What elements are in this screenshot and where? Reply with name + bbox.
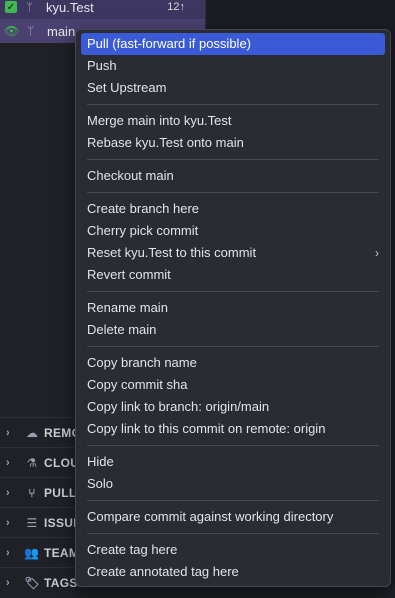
branch-name: main (47, 23, 76, 39)
section-label: TAGS (44, 576, 78, 590)
menu-item-checkout-main[interactable]: Checkout main (81, 165, 385, 187)
chevron-right-icon: › (375, 246, 379, 260)
menu-item-delete-main[interactable]: Delete main (81, 319, 385, 341)
ahead-count: 12↑ (167, 1, 185, 13)
checkbox-checked-icon[interactable]: ✓ (5, 1, 17, 13)
menu-item-label: Compare commit against working directory (87, 509, 334, 524)
chevron-right-icon: › (6, 547, 10, 559)
menu-item-copy-link-to-this-commit-on-remote-origin[interactable]: Copy link to this commit on remote: orig… (81, 418, 385, 440)
menu-item-label: Merge main into kyu.Test (87, 113, 232, 128)
menu-item-revert-commit[interactable]: Revert commit (81, 264, 385, 286)
menu-item-label: Rebase kyu.Test onto main (87, 135, 244, 150)
menu-separator (87, 445, 379, 446)
menu-item-copy-commit-sha[interactable]: Copy commit sha (81, 374, 385, 396)
chevron-right-icon: › (6, 457, 10, 469)
menu-item-merge-main-into-kyu-test[interactable]: Merge main into kyu.Test (81, 110, 385, 132)
menu-item-create-branch-here[interactable]: Create branch here (81, 198, 385, 220)
menu-item-pull-fast-forward-if-possible[interactable]: Pull (fast-forward if possible) (81, 33, 385, 55)
chevron-right-icon: › (6, 427, 10, 439)
menu-item-label: Cherry pick commit (87, 223, 199, 238)
menu-item-compare-commit-against-working-directory[interactable]: Compare commit against working directory (81, 506, 385, 528)
menu-item-label: Solo (87, 476, 114, 491)
menu-item-label: Checkout main (87, 168, 174, 183)
team-icon: 👥 (24, 546, 40, 560)
menu-item-rename-main[interactable]: Rename main (81, 297, 385, 319)
git-branch-icon: ᛘ (27, 24, 35, 38)
menu-item-cherry-pick-commit[interactable]: Cherry pick commit (81, 220, 385, 242)
menu-item-label: Pull (fast-forward if possible) (87, 36, 251, 51)
menu-item-label: Reset kyu.Test to this commit (87, 245, 257, 260)
menu-item-label: Copy link to this commit on remote: orig… (87, 421, 326, 436)
menu-separator (87, 533, 379, 534)
menu-item-copy-branch-name[interactable]: Copy branch name (81, 352, 385, 374)
branch-row-kyu-test[interactable]: ✓ ᛘ kyu.Test 12↑ (0, 0, 205, 19)
chevron-right-icon: › (6, 577, 10, 589)
section-label: PULL (44, 486, 77, 500)
menu-item-solo[interactable]: Solo (81, 473, 385, 495)
menu-item-label: Revert commit (87, 267, 171, 282)
menu-separator (87, 104, 379, 105)
cloud-icon: ☁ (25, 426, 39, 440)
menu-separator (87, 159, 379, 160)
list-icon: ☰ (26, 516, 38, 530)
section-label: CLOU (44, 456, 80, 470)
menu-item-copy-link-to-branch-origin-main[interactable]: Copy link to branch: origin/main (81, 396, 385, 418)
menu-item-label: Copy link to branch: origin/main (87, 399, 270, 414)
chevron-right-icon: › (6, 517, 10, 529)
menu-item-label: Push (87, 58, 117, 73)
menu-item-create-tag-here[interactable]: Create tag here (81, 539, 385, 561)
menu-item-hide[interactable]: Hide (81, 451, 385, 473)
menu-item-push[interactable]: Push (81, 55, 385, 77)
menu-separator (87, 346, 379, 347)
tag-icon: 🏷 (24, 576, 40, 590)
menu-item-label: Copy commit sha (87, 377, 188, 392)
section-label: ISSUI (44, 516, 77, 530)
section-label: TEAM (44, 546, 80, 560)
menu-item-create-annotated-tag-here[interactable]: Create annotated tag here (81, 561, 385, 583)
menu-separator (87, 500, 379, 501)
menu-separator (87, 291, 379, 292)
menu-item-label: Hide (87, 454, 114, 469)
menu-separator (87, 192, 379, 193)
menu-item-label: Set Upstream (87, 80, 167, 95)
menu-item-set-upstream[interactable]: Set Upstream (81, 77, 385, 99)
menu-item-label: Rename main (87, 300, 168, 315)
menu-item-label: Delete main (87, 322, 157, 337)
branch-context-menu: Pull (fast-forward if possible) Push Set U… (75, 29, 391, 587)
menu-item-label: Create annotated tag here (87, 564, 239, 579)
menu-item-label: Create branch here (87, 201, 200, 216)
pull-request-icon: ⑂ (28, 486, 36, 500)
menu-item-label: Create tag here (87, 542, 178, 557)
menu-item-label: Copy branch name (87, 355, 197, 370)
menu-item-reset-kyu-test-to-this-commit[interactable]: Reset kyu.Test to this commit › (81, 242, 385, 264)
git-branch-icon: ᛘ (26, 0, 34, 14)
flask-icon: ⚗ (26, 456, 38, 470)
chevron-right-icon: › (6, 487, 10, 499)
eye-icon[interactable]: 👁 (4, 24, 19, 38)
menu-item-rebase-kyu-test-onto-main[interactable]: Rebase kyu.Test onto main (81, 132, 385, 154)
branch-name: kyu.Test (46, 0, 94, 15)
